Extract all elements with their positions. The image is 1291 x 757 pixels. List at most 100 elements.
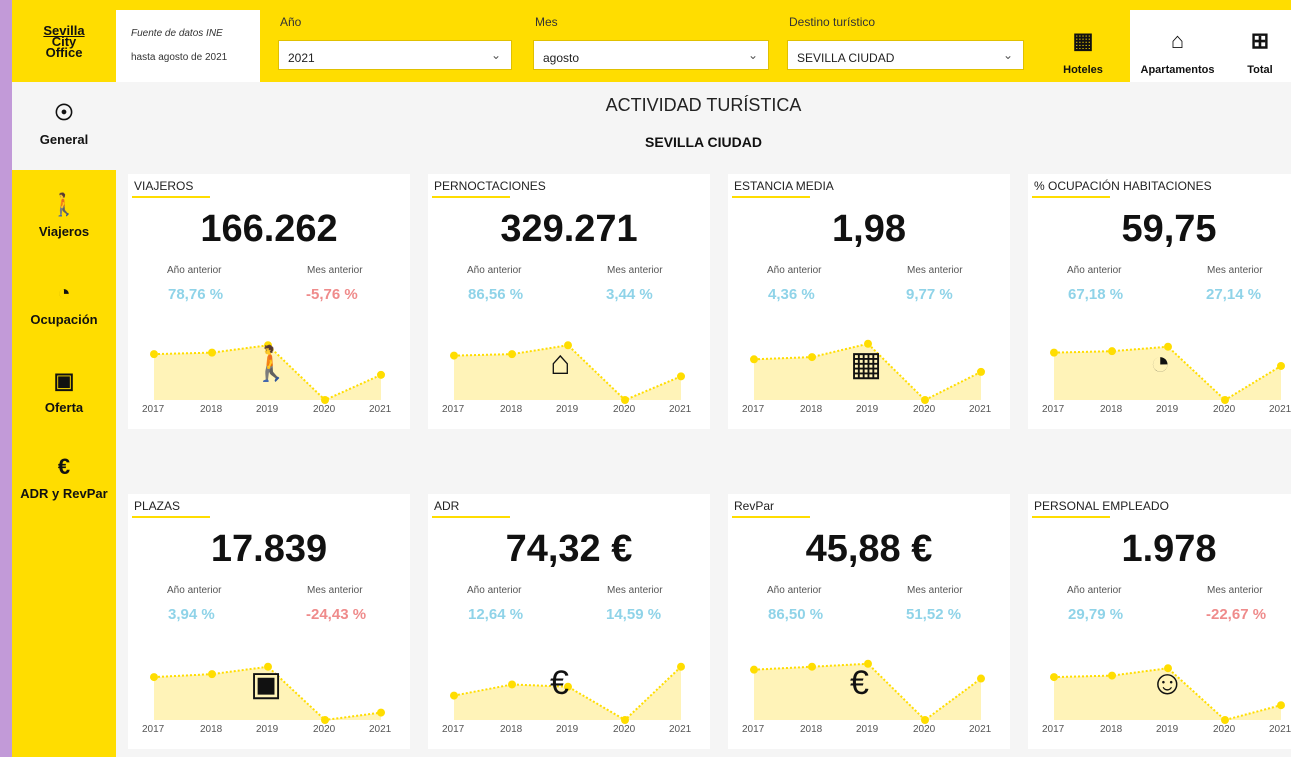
destination-select-value: SEVILLA CIUDAD: [797, 51, 895, 65]
type-button-hoteles[interactable]: ▦ Hoteles: [1036, 10, 1130, 82]
trend-point: [208, 348, 216, 357]
kpi-title-underline: [1032, 516, 1110, 518]
year-tick: 2017: [442, 724, 465, 735]
gauge-icon: ◔: [57, 280, 71, 305]
prev-year-label: Año anterior: [167, 585, 222, 596]
year-tick: 2019: [556, 724, 579, 735]
kpi-card: PLAZAS 17.839 Año anterior Mes anterior 3,94…: [128, 494, 410, 749]
prev-year-change: 67,18 %: [1068, 286, 1124, 303]
year-tick: 2017: [742, 404, 765, 415]
prev-month-change: 3,44 %: [606, 286, 653, 303]
sidebar-item-label: Ocupación: [30, 312, 98, 327]
month-select[interactable]: agosto ⌄: [533, 40, 769, 70]
trend-point: [1277, 701, 1285, 710]
gauge-icon: ◔: [1150, 344, 1171, 382]
prev-year-label: Año anterior: [1067, 585, 1122, 596]
sidebar-item-ocupacion[interactable]: ◔ Ocupación: [12, 280, 116, 327]
sidebar: ☉ General 🚶 Viajeros ◔ Ocupación ▣ Ofert…: [12, 82, 116, 757]
type-button-label: Apartamentos: [1140, 64, 1215, 76]
kpi-title: RevPar: [734, 499, 775, 513]
trend-point: [677, 662, 685, 671]
trend-point: [321, 716, 329, 724]
kpi-value: 74,32 €: [505, 528, 633, 570]
trend-point: [1221, 396, 1229, 404]
kpi-title: ESTANCIA MEDIA: [734, 179, 834, 193]
destination-filter: Destino turístico SEVILLA CIUDAD ⌄: [779, 10, 1032, 72]
map-pin-icon: ☉: [54, 100, 74, 125]
trend-sparkline: [450, 662, 685, 724]
year-tick: 2018: [200, 404, 223, 415]
prev-year-change: 86,56 %: [468, 286, 524, 303]
prev-year-label: Año anterior: [167, 265, 222, 276]
trend-point: [621, 396, 629, 404]
prev-year-label: Año anterior: [767, 585, 822, 596]
month-select-value: agosto: [543, 51, 580, 65]
trend-point: [377, 370, 385, 379]
year-axis: 2017 2018 2019 2020 2021: [128, 724, 410, 738]
trend-point: [1050, 673, 1058, 682]
year-tick: 2019: [256, 404, 279, 415]
year-tick: 2017: [1042, 404, 1065, 415]
kpi-value: 1.978: [1121, 528, 1217, 570]
hotel-icon: ⌂: [550, 344, 571, 382]
year-tick: 2020: [913, 724, 936, 735]
kpi-title: PLAZAS: [134, 499, 181, 513]
year-tick: 2020: [613, 404, 636, 415]
year-tick: 2019: [1156, 724, 1179, 735]
kpi-title-underline: [132, 196, 210, 198]
chevron-down-icon: ⌄: [490, 48, 501, 62]
prev-year-change: 78,76 %: [168, 286, 224, 303]
year-select[interactable]: 2021 ⌄: [278, 40, 512, 70]
sidebar-item-oferta[interactable]: ▣ Oferta: [12, 368, 116, 415]
chevron-down-icon: ⌄: [1002, 48, 1013, 62]
year-tick: 2019: [256, 724, 279, 735]
kpi-title: % OCUPACIÓN HABITACIONES: [1034, 179, 1212, 193]
year-axis: 2017 2018 2019 2020 2021: [1028, 724, 1291, 738]
year-tick: 2018: [800, 724, 823, 735]
kpi-title: ADR: [434, 499, 460, 513]
kpi-title-underline: [432, 516, 510, 518]
apartment-icon: ⌂: [1170, 28, 1185, 53]
prev-month-change: 51,52 %: [906, 606, 962, 623]
year-tick: 2019: [856, 404, 879, 415]
logo: Sevilla City Office: [12, 0, 116, 82]
source-label: Fuente de datos INE: [131, 28, 223, 39]
kpi-title-underline: [1032, 196, 1110, 198]
logo-line: Office: [45, 44, 83, 60]
prev-month-label: Mes anterior: [907, 585, 963, 596]
year-tick: 2020: [1213, 404, 1236, 415]
type-button-apartamentos[interactable]: ⌂ Apartamentos: [1130, 10, 1225, 82]
year-tick: 2017: [1042, 724, 1065, 735]
year-tick: 2018: [1100, 404, 1123, 415]
page-title: ACTIVIDAD TURÍSTICA: [605, 95, 802, 115]
trend-point: [921, 716, 929, 724]
data-source-note: Fuente de datos INE hasta agosto de 2021: [116, 10, 260, 82]
kpi-title: VIAJEROS: [134, 179, 194, 193]
trend-point: [621, 716, 629, 724]
kpi-value: 1,98: [832, 208, 906, 250]
sidebar-item-viajeros[interactable]: 🚶 Viajeros: [12, 192, 116, 239]
year-tick: 2021: [369, 724, 392, 735]
kpi-card: ADR 74,32 € Año anterior Mes anterior 12,64 …: [428, 494, 710, 749]
page-subtitle: SEVILLA CIUDAD: [645, 134, 762, 150]
prev-year-label: Año anterior: [767, 265, 822, 276]
year-axis: 2017 2018 2019 2020 2021: [128, 404, 410, 418]
type-button-total[interactable]: ⊞ Total: [1225, 10, 1291, 82]
kpi-value: 45,88 €: [805, 528, 933, 570]
trend-point: [1221, 716, 1229, 724]
prev-year-change: 86,50 %: [768, 606, 824, 623]
calculator-icon: ⊞: [1250, 28, 1270, 53]
destination-select[interactable]: SEVILLA CIUDAD ⌄: [787, 40, 1024, 70]
year-tick: 2017: [142, 724, 165, 735]
prev-year-label: Año anterior: [467, 585, 522, 596]
month-filter: Mes agosto ⌄: [525, 10, 777, 72]
prev-month-change: 9,77 %: [906, 286, 953, 303]
sidebar-item-adr-revpar[interactable]: € ADR y RevPar: [12, 454, 116, 501]
sidebar-item-general[interactable]: ☉ General: [12, 82, 116, 166]
trend-point: [1108, 347, 1116, 356]
kpi-title: PERNOCTACIONES: [434, 179, 546, 193]
trend-point: [921, 396, 929, 404]
trend-point: [808, 353, 816, 362]
year-axis: 2017 2018 2019 2020 2021: [728, 724, 1010, 738]
year-axis: 2017 2018 2019 2020 2021: [428, 724, 710, 738]
